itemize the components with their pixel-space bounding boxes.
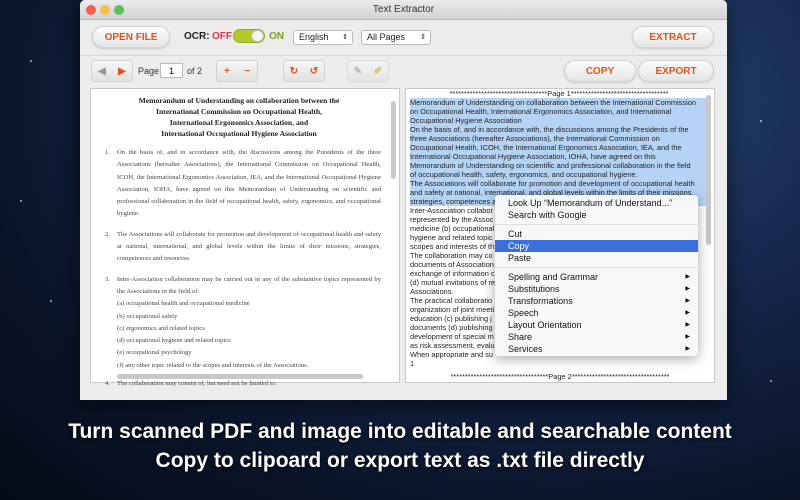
vertical-scrollbar[interactable] <box>706 95 711 245</box>
doc-paragraph: 4. The collaboration may consist of, but … <box>105 380 277 388</box>
ocr-label: OCR: <box>184 31 210 42</box>
menu-item-label: Look Up “Memorandum of Understand...” <box>508 198 673 208</box>
zoom-out-button[interactable]: − <box>237 66 257 77</box>
window-title: Text Extractor <box>372 4 435 15</box>
copy-button[interactable]: COPY <box>564 60 636 82</box>
page-count: of 2 <box>187 66 203 76</box>
updown-icon: ⇕ <box>342 34 348 41</box>
caption-line-1: Turn scanned PDF and image into editable… <box>68 420 732 443</box>
prev-page-icon[interactable]: ◀ <box>92 66 112 77</box>
menu-item-label: Search with Google <box>508 210 587 220</box>
submenu-arrow-icon: ▶ <box>685 346 690 352</box>
doc-paragraph: 1. On the basis of, and in accordance wit… <box>105 149 381 218</box>
zoom-in-button[interactable]: + <box>217 66 237 77</box>
menu-item-label: Transformations <box>508 296 573 306</box>
extract-button[interactable]: EXTRACT <box>632 26 714 48</box>
clear-icon[interactable]: ✐ <box>368 66 388 77</box>
page-header: **********************************Page 1… <box>449 89 669 98</box>
pdf-preview-pane: Memorandum of Understanding on collabora… <box>90 88 400 387</box>
menu-item-layout[interactable]: Layout Orientation ▶ <box>495 319 698 331</box>
ocr-on-label: ON <box>269 31 284 42</box>
next-page-icon[interactable]: ▶ <box>112 66 132 77</box>
menu-item-label: Cut <box>508 229 523 239</box>
page-footer: **********************************Page 2… <box>406 372 714 381</box>
submenu-arrow-icon: ▶ <box>685 322 690 328</box>
menu-item-label: Share <box>508 332 533 342</box>
submenu-arrow-icon: ▶ <box>685 334 690 340</box>
rotate-left-icon[interactable]: ↺ <box>304 66 324 77</box>
export-button[interactable]: EXPORT <box>638 60 714 82</box>
menu-item-paste[interactable]: Paste <box>495 252 698 264</box>
menu-item-copy[interactable]: Copy <box>495 240 698 252</box>
menu-item-substitutions[interactable]: Substitutions ▶ <box>495 283 698 295</box>
doc-paragraph: 3. Inter-Association collaboration may be… <box>105 275 381 295</box>
menu-item-label: Paste <box>508 253 532 263</box>
caption-line-2: Copy to clipoard or export text as .txt … <box>155 449 645 472</box>
edit-icon[interactable]: ✎ <box>348 66 368 77</box>
menu-item-label: Layout Orientation <box>508 320 582 330</box>
updown-icon: ⇕ <box>420 34 426 41</box>
page-label: Page <box>138 66 160 76</box>
close-button[interactable] <box>86 5 96 15</box>
doc-paragraph: 2. The Associations will collaborate for … <box>105 230 381 263</box>
vertical-scrollbar[interactable] <box>391 101 396 179</box>
submenu-arrow-icon: ▶ <box>685 286 690 292</box>
selected-text: Memorandum of Understanding on collabora… <box>410 98 708 206</box>
page-input[interactable] <box>160 63 183 78</box>
main-toolbar: OPEN FILE OCR: OFF ON English ⇕ All Pages… <box>80 20 727 56</box>
menu-item-spelling[interactable]: Spelling and Grammar ▶ <box>495 271 698 283</box>
rotate-right-icon[interactable]: ↻ <box>284 66 304 77</box>
language-select[interactable]: English ⇕ <box>293 30 353 45</box>
pages-select[interactable]: All Pages ⇕ <box>361 30 431 45</box>
context-menu: Look Up “Memorandum of Understand...” Sea… <box>495 195 698 356</box>
pages-value: All Pages <box>367 32 406 42</box>
menu-item-label: Spelling and Grammar <box>508 272 599 282</box>
menu-item-cut[interactable]: Cut <box>495 228 698 240</box>
minimize-button[interactable] <box>100 5 110 15</box>
menu-item-transformations[interactable]: Transformations ▶ <box>495 295 698 307</box>
menu-separator <box>495 224 698 225</box>
text-line: 1 <box>410 359 415 368</box>
ocr-off-label: OFF <box>212 31 232 42</box>
menu-item-look[interactable]: Look Up “Memorandum of Understand...” <box>495 197 698 209</box>
menu-item-share[interactable]: Share ▶ <box>495 331 698 343</box>
submenu-arrow-icon: ▶ <box>685 310 690 316</box>
language-value: English <box>299 32 329 42</box>
menu-separator <box>495 267 698 268</box>
menu-item-search[interactable]: Search with Google <box>495 209 698 221</box>
submenu-arrow-icon: ▶ <box>685 298 690 304</box>
title-bar: Text Extractor <box>80 0 727 20</box>
menu-item-speech[interactable]: Speech ▶ <box>495 307 698 319</box>
document-title: Memorandum of Understanding on collabora… <box>138 96 340 138</box>
zoom-button[interactable] <box>114 5 124 15</box>
menu-item-label: Copy <box>508 241 530 251</box>
submenu-arrow-icon: ▶ <box>685 274 690 280</box>
menu-item-services[interactable]: Services ▶ <box>495 343 698 355</box>
menu-item-label: Speech <box>508 308 539 318</box>
horizontal-scrollbar[interactable] <box>117 374 363 379</box>
ocr-toggle[interactable] <box>233 29 265 43</box>
nav-toolbar: ◀▶ Page of 2 +− ↻↺ ✎✐ COPY EXPORT <box>80 52 727 88</box>
open-file-button[interactable]: OPEN FILE <box>92 26 170 48</box>
doc-sublist: (a) occupational health and occupational… <box>117 300 309 369</box>
menu-item-label: Services <box>508 344 543 354</box>
menu-item-label: Substitutions <box>508 284 560 294</box>
